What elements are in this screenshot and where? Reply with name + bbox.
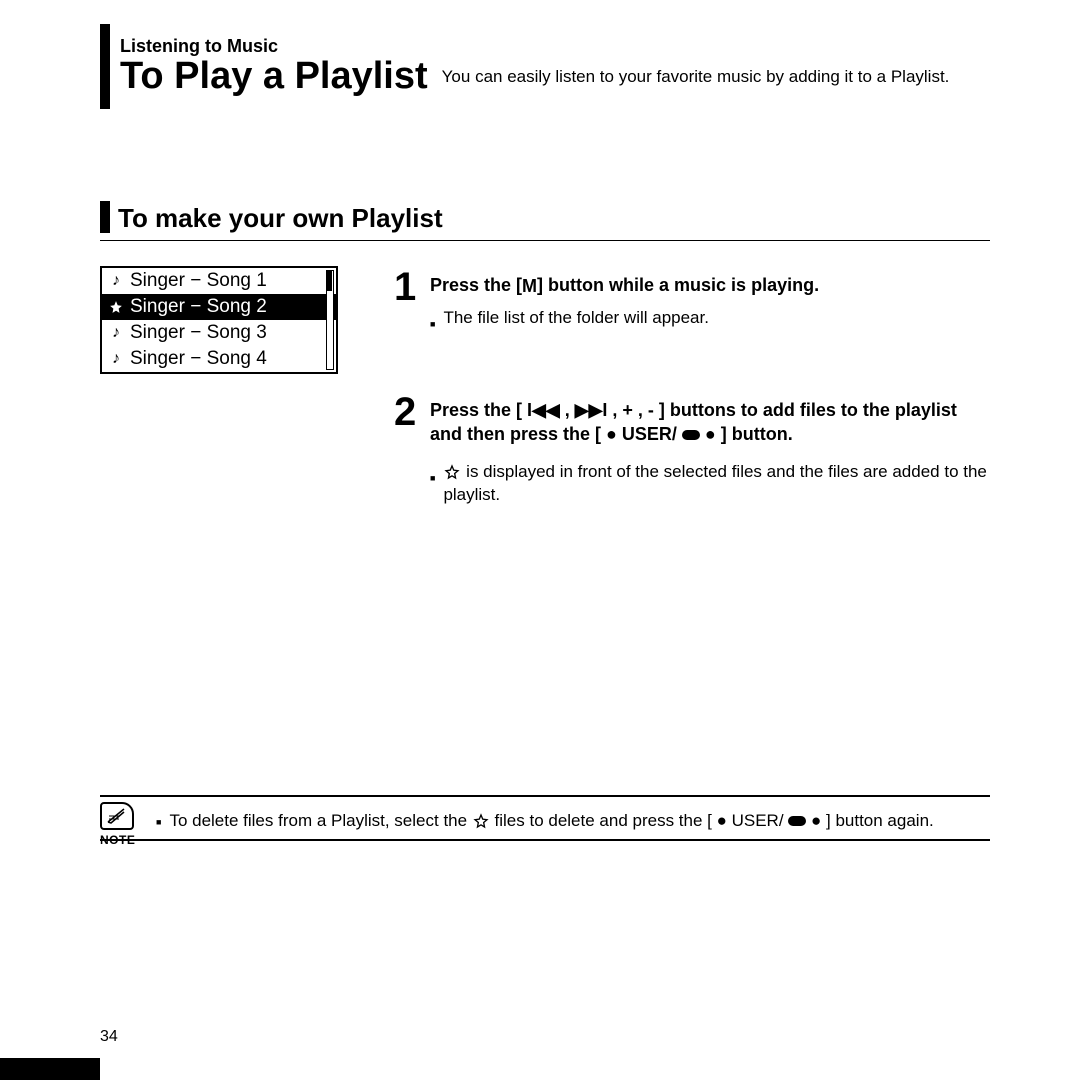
note-icon	[100, 802, 134, 830]
star-icon	[472, 812, 490, 830]
list-item: ♪ Singer − Song 1	[102, 268, 336, 294]
chapter-label: Listening to Music	[120, 36, 278, 57]
subheading: To make your own Playlist	[118, 203, 443, 234]
bullet-text: is displayed in front of the selected fi…	[443, 460, 988, 506]
bullet-square-icon: ■	[156, 817, 161, 827]
page-subtitle: You can easily listen to your favorite m…	[442, 66, 950, 88]
list-item: ♪ Singer − Song 3	[102, 320, 336, 346]
note-divider-bottom	[100, 839, 990, 841]
list-item: Singer − Song 2	[102, 294, 336, 320]
note-text: ■ To delete files from a Playlist, selec…	[156, 811, 934, 831]
bullet-square-icon: ■	[430, 313, 435, 336]
step-head-post: ] button while a music is playing.	[537, 275, 819, 295]
music-note-icon: ♪	[108, 324, 124, 342]
step-bullet: ■ is displayed in front of the selected …	[430, 460, 988, 506]
music-note-icon: ♪	[108, 272, 124, 290]
step-1: 1 Press the [M] button while a music is …	[394, 273, 988, 336]
list-item-label: Singer − Song 4	[130, 348, 267, 370]
bullet-square-icon: ■	[430, 467, 435, 490]
star-icon	[443, 463, 461, 481]
menu-m-icon: M	[522, 274, 537, 298]
note-divider-top	[100, 795, 990, 797]
list-item-label: Singer − Song 3	[130, 322, 267, 344]
list-item: ♪ Singer − Song 4	[102, 346, 336, 372]
record-pill-icon	[682, 430, 700, 440]
music-note-icon: ♪	[108, 350, 124, 368]
step-number: 1	[394, 265, 416, 310]
list-item-label: Singer − Song 1	[130, 270, 267, 292]
subheading-accent-bar	[100, 201, 110, 233]
step-number: 2	[394, 390, 416, 435]
page-title: To Play a Playlist	[120, 55, 428, 98]
step-2: 2 Press the [ I◀◀ , ▶▶I , + , - ] button…	[394, 398, 988, 506]
step-bullet: ■ The file list of the folder will appea…	[430, 306, 988, 336]
star-icon	[108, 300, 124, 314]
step-heading: Press the [M] button while a music is pl…	[430, 273, 988, 298]
record-pill-icon	[788, 816, 806, 826]
step-heading: Press the [ I◀◀ , ▶▶I , + , - ] buttons …	[430, 398, 988, 446]
step-head-pre: Press the [	[430, 275, 522, 295]
bullet-text: The file list of the folder will appear.	[443, 306, 709, 329]
scrollbar-thumb	[326, 271, 332, 291]
device-screen: ♪ Singer − Song 1 Singer − Song 2 ♪ Singer −…	[100, 266, 338, 374]
note-body: To delete files from a Playlist, select …	[169, 811, 933, 831]
page-number: 34	[100, 1028, 118, 1046]
divider	[100, 240, 990, 241]
pencil-note-icon	[106, 807, 128, 825]
list-item-label: Singer − Song 2	[130, 296, 267, 318]
chapter-accent-bar	[100, 24, 110, 109]
footer-tab	[0, 1058, 100, 1080]
